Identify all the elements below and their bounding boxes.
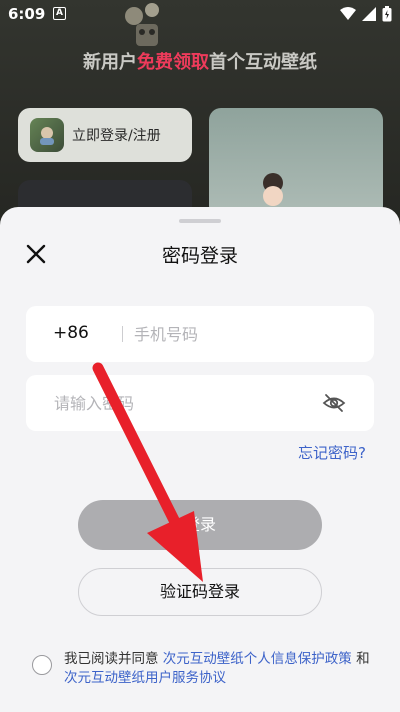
banner-suffix: 首个互动壁纸 [209, 52, 317, 73]
login-bottom-sheet: 密码登录 +86 忘记密码? 登录 验证码登录 我已阅读并同意 次元互动壁纸个人… [0, 207, 400, 712]
password-input[interactable] [54, 385, 314, 421]
user-agreement-link[interactable]: 次元互动壁纸用户服务协议 [64, 670, 226, 686]
promo-banner: 新用户免费领取首个互动壁纸 [0, 48, 400, 74]
login-register-card[interactable]: 立即登录/注册 [18, 108, 192, 162]
login-register-label: 立即登录/注册 [72, 128, 161, 144]
privacy-policy-link[interactable]: 次元互动壁纸个人信息保护政策 [163, 651, 352, 667]
battery-icon [382, 6, 392, 22]
sms-code-login-button[interactable]: 验证码登录 [78, 568, 322, 616]
country-code-selector[interactable]: +86 [53, 323, 89, 343]
wifi-icon [340, 7, 356, 20]
forgot-password-link[interactable]: 忘记密码? [298, 442, 366, 463]
agreement-prefix: 我已阅读并同意 [64, 651, 163, 667]
agreement-text: 我已阅读并同意 次元互动壁纸个人信息保护政策 和 次元互动壁纸用户服务协议 [64, 650, 384, 688]
phone-field: +86 [26, 306, 374, 362]
game-avatar-icon [30, 118, 64, 152]
sheet-drag-handle[interactable] [179, 219, 221, 223]
signal-icon [362, 7, 376, 21]
phone-divider [122, 326, 123, 342]
character-figure-image [263, 173, 283, 206]
banner-highlight: 免费领取 [137, 52, 209, 73]
notification-app-icon: A [53, 7, 66, 20]
eye-slash-icon[interactable] [322, 392, 346, 414]
sheet-title: 密码登录 [161, 245, 238, 267]
password-field [26, 375, 374, 431]
agreement-checkbox[interactable] [32, 655, 52, 675]
phone-input[interactable] [134, 316, 354, 352]
wallpaper-preview-card[interactable] [209, 108, 383, 218]
login-button[interactable]: 登录 [78, 500, 322, 550]
agreement-middle: 和 [351, 651, 370, 667]
banner-prefix: 新用户 [83, 52, 137, 73]
status-time: 6:09 [8, 5, 46, 23]
status-bar: 6:09 A [0, 0, 400, 28]
